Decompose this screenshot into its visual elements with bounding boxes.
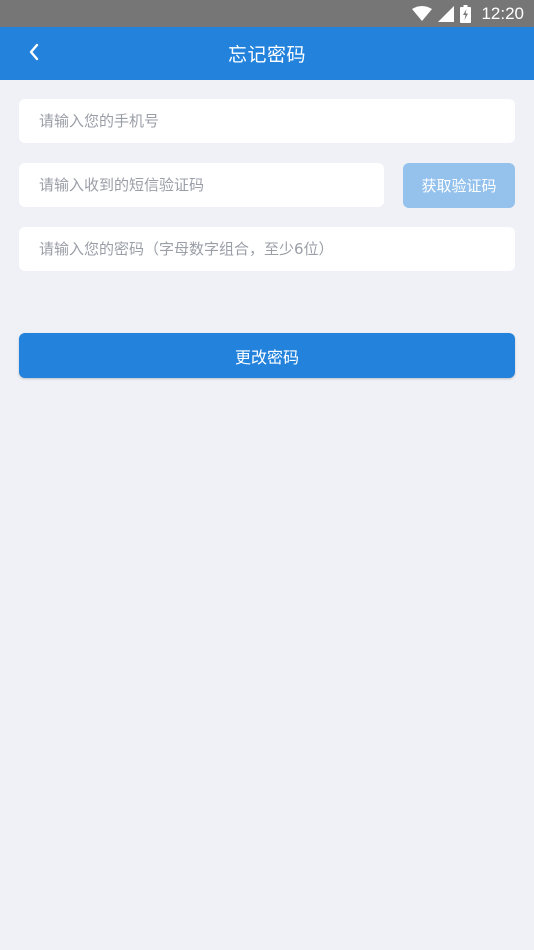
password-field <box>19 227 515 271</box>
wifi-icon <box>412 5 433 22</box>
sms-code-field <box>19 163 384 207</box>
change-password-button[interactable]: 更改密码 <box>19 333 515 378</box>
sms-code-input[interactable] <box>19 163 384 207</box>
status-time: 12:20 <box>481 3 524 23</box>
chevron-left-icon <box>28 43 40 65</box>
status-bar: 12:20 <box>0 0 534 27</box>
phone-field <box>19 99 515 143</box>
battery-icon <box>460 4 472 23</box>
page-title: 忘记密码 <box>227 44 306 66</box>
phone-input[interactable] <box>19 99 515 143</box>
password-input[interactable] <box>19 227 515 271</box>
signal-icon <box>438 5 455 22</box>
app-bar: 忘记密码 <box>0 27 534 80</box>
get-code-button[interactable]: 获取验证码 <box>403 163 515 208</box>
back-button[interactable] <box>18 27 58 80</box>
